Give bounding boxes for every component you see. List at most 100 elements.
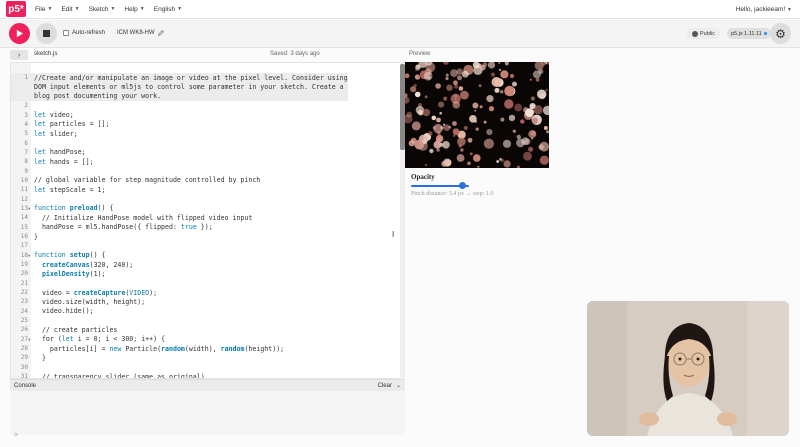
code-text: let hands = [];	[34, 157, 94, 166]
code-line[interactable]: 27 ▼ for (let i = 0; i < 300; i++) {	[11, 335, 348, 344]
version-label: p5.js 1.11.11	[731, 30, 762, 37]
line-number: 10	[20, 176, 28, 184]
particle	[490, 72, 496, 77]
particle	[443, 96, 448, 101]
opacity-slider[interactable]	[411, 182, 469, 189]
code-line[interactable]: 13 ▼ function preload() {	[11, 204, 348, 213]
code-line[interactable]: 20 pixelDensity(1);	[11, 269, 348, 278]
clear-console-button[interactable]: Clear	[378, 383, 392, 389]
code-line[interactable]: 9	[11, 166, 348, 175]
text-cursor-icon: I	[392, 230, 395, 239]
code-line[interactable]: 16}	[11, 232, 348, 241]
line-number: 26	[20, 326, 28, 334]
code-line[interactable]: 15 handPose = ml5.handPose({ flipped: tr…	[11, 223, 348, 232]
user-menu[interactable]: Hello, jackieeam! ▼	[736, 6, 792, 13]
code-line[interactable]: 25	[11, 316, 348, 325]
menu-language[interactable]: English ▼	[154, 6, 182, 13]
stop-icon	[43, 30, 50, 37]
code-line[interactable]: 14 // Initialize HandPose model with fli…	[11, 213, 348, 222]
line-number: 15	[20, 223, 28, 231]
code-line[interactable]: 24 video.hide();	[11, 307, 348, 316]
auto-refresh[interactable]: Auto-refresh	[63, 30, 105, 36]
console-prompt[interactable]: >	[14, 432, 18, 439]
particle	[436, 148, 440, 152]
chevron-down-icon[interactable]: ⌄	[396, 382, 401, 389]
chevron-down-icon: ▼	[177, 6, 183, 12]
code-line[interactable]: 3 let video;	[11, 110, 348, 119]
code-text: }	[34, 232, 38, 241]
code-text: DOM input elements or ml5js to control s…	[34, 83, 344, 92]
code-text: video = createCapture(VIDEO);	[34, 288, 158, 297]
visibility-toggle[interactable]: Public	[687, 28, 720, 39]
menu-file[interactable]: File ▼	[35, 6, 52, 13]
particle	[543, 126, 548, 130]
chevron-down-icon: ▼	[47, 6, 53, 12]
code-line[interactable]: blog post documenting your work.	[11, 91, 348, 102]
code-line[interactable]: 30	[11, 363, 348, 372]
sketch-name[interactable]: ICM WK8-HW	[117, 30, 164, 36]
code-line[interactable]: 1 //Create and/or manipulate an image or …	[11, 73, 348, 83]
particle	[461, 70, 469, 78]
code-line[interactable]: 12	[11, 194, 348, 203]
particle	[478, 84, 482, 88]
particle	[441, 160, 448, 167]
code-line[interactable]: DOM input elements or ml5js to control s…	[11, 82, 348, 92]
code-line[interactable]: 26 // create particles	[11, 325, 348, 334]
code-line[interactable]: 2	[11, 101, 348, 110]
particle	[500, 158, 505, 163]
menu-sketch[interactable]: Sketch ▼	[89, 6, 116, 13]
code-line[interactable]: 28 particles[i] = new Particle(random(wi…	[11, 344, 348, 353]
console-controls: Clear ⌄	[378, 382, 401, 390]
file-name[interactable]: sketch.js	[34, 51, 57, 57]
sidebar-toggle-button[interactable]: ›	[10, 50, 28, 60]
p5-logo[interactable]: p5*	[6, 1, 26, 17]
code-line[interactable]: 19 createCanvas(320, 240);	[11, 260, 348, 269]
line-number: 5	[24, 130, 28, 138]
code-line[interactable]: 31 // transparency slider (same as origi…	[11, 372, 348, 378]
editor-header: › sketch.js Saved: 3 days ago	[10, 48, 405, 62]
code-line[interactable]: 10 // global variable for step magnitude …	[11, 176, 348, 185]
particle	[445, 73, 449, 77]
menu-sketch-label: Sketch	[88, 5, 109, 13]
pencil-icon[interactable]	[157, 30, 164, 36]
settings-button[interactable]: ⚙	[770, 23, 791, 44]
particle	[528, 146, 534, 152]
code-line[interactable]: 21	[11, 279, 348, 288]
code-line[interactable]: 8 let hands = [];	[11, 157, 348, 166]
code-line[interactable]: 4 let particles = [];	[11, 120, 348, 129]
console-header: Console Clear ⌄	[10, 380, 405, 391]
particle	[450, 69, 458, 77]
preview-canvas[interactable]	[405, 62, 549, 168]
stop-button[interactable]	[36, 23, 57, 44]
chevron-down-icon: ▼	[74, 6, 80, 12]
line-number: 8	[24, 158, 28, 166]
line-number: 21	[20, 279, 28, 287]
menu-help[interactable]: Help ▼	[124, 6, 144, 13]
code-line[interactable]: 29 }	[11, 353, 348, 362]
particle	[428, 131, 433, 136]
code-line[interactable]: 7 let handPose;	[11, 148, 348, 157]
code-line[interactable]: 6	[11, 138, 348, 147]
code-line[interactable]: 18 ▼ function setup() {	[11, 251, 348, 260]
code-line[interactable]: 22 video = createCapture(VIDEO);	[11, 288, 348, 297]
particle	[414, 91, 421, 98]
code-line[interactable]: 11 let stepScale = 1;	[11, 185, 348, 194]
menu-edit[interactable]: Edit ▼	[61, 6, 79, 13]
particle	[422, 108, 431, 117]
particle	[417, 75, 420, 78]
version-badge[interactable]: p5.js 1.11.11	[727, 28, 771, 39]
line-number: 19	[20, 261, 28, 269]
particle	[452, 128, 460, 136]
code-line[interactable]: 5 let slider;	[11, 129, 348, 138]
code-line[interactable]: 23 video.size(width, height);	[11, 297, 348, 306]
particle	[523, 151, 532, 161]
code-line[interactable]: 17	[11, 241, 348, 250]
slider-handle[interactable]	[458, 182, 466, 189]
code-editor[interactable]: 1 //Create and/or manipulate an image or …	[10, 62, 405, 379]
particle	[546, 130, 549, 134]
play-button[interactable]	[9, 23, 30, 44]
particle	[508, 114, 516, 122]
particle	[486, 129, 493, 136]
auto-refresh-checkbox[interactable]	[63, 30, 69, 36]
console-output[interactable]	[10, 391, 405, 435]
